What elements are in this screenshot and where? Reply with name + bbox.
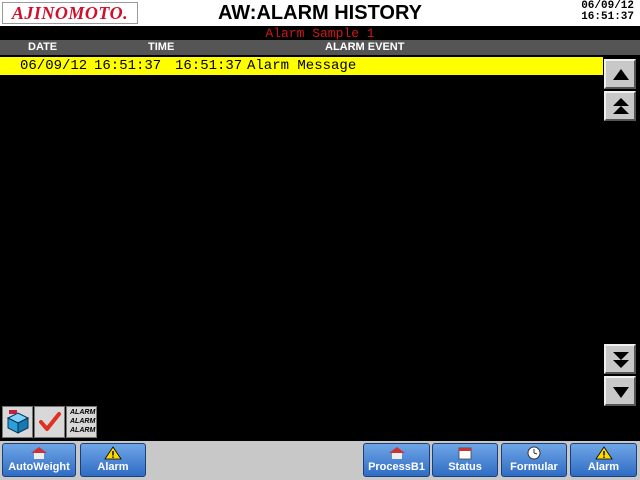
company-logo: AJINOMOTO.: [2, 2, 138, 24]
calendar-icon: [458, 447, 472, 460]
bottom-navigation: AutoWeight Alarm ProcessB1 Status Formul…: [0, 441, 640, 480]
nav-alarm-button-2[interactable]: Alarm: [570, 443, 637, 477]
warning-icon: [594, 446, 613, 460]
nav-label: Status: [448, 461, 482, 473]
scroll-up-icon: [613, 69, 629, 80]
nav-label: Formular: [510, 461, 558, 473]
nav-formular-button[interactable]: Formular: [501, 443, 567, 477]
page-up-button[interactable]: [604, 91, 636, 121]
house-icon: [31, 447, 47, 459]
column-time: TIME: [148, 41, 175, 53]
scroll-up-button[interactable]: [604, 59, 636, 89]
current-time: 16:51:37: [581, 11, 634, 23]
table-row[interactable]: 06/09/12 16:51:37 16:51:37 Alarm Message: [0, 57, 603, 75]
alarm-list-line-1: ALARM: [70, 409, 96, 416]
row-time: 16:51:37: [94, 58, 162, 74]
scrollbar: [604, 55, 640, 410]
nav-label: Alarm: [97, 461, 129, 473]
alarm-list-button[interactable]: ALARM ALARM ALARM: [66, 406, 97, 438]
nav-label: ProcessB1: [368, 461, 425, 473]
row-date: 06/09/12: [20, 58, 88, 74]
page-up-icon: [613, 98, 629, 114]
house-icon: [388, 447, 405, 459]
alarm-group-title: Alarm Sample 1: [265, 26, 375, 41]
page-down-button[interactable]: [604, 344, 636, 374]
nav-autoweight-button[interactable]: AutoWeight: [2, 443, 76, 477]
column-header-row: DATE TIME ALARM EVENT: [0, 40, 640, 55]
row-event-time: 16:51:37: [175, 58, 243, 74]
nav-label: Alarm: [587, 461, 620, 473]
nav-alarm-button[interactable]: Alarm: [80, 443, 146, 477]
nav-processb1-button[interactable]: ProcessB1: [363, 443, 430, 477]
alarm-history-list[interactable]: 06/09/12 16:51:37 16:51:37 Alarm Message: [0, 55, 604, 405]
alarm-list-line-3: ALARM: [70, 427, 96, 434]
clock-readout: 06/09/12 16:51:37: [544, 1, 634, 23]
acknowledge-button[interactable]: [34, 406, 65, 438]
column-alarm-event: ALARM EVENT: [325, 41, 405, 53]
checkmark-icon: [39, 412, 61, 431]
box-icon: [6, 410, 30, 434]
page-down-icon: [613, 352, 629, 368]
title-bar: AJINOMOTO. AW:ALARM HISTORY 06/09/12 16:…: [0, 0, 640, 26]
nav-label: AutoWeight: [8, 461, 70, 473]
warning-icon: [104, 446, 122, 460]
page-title: AW:ALARM HISTORY: [217, 2, 423, 24]
column-date: DATE: [28, 41, 58, 53]
alarm-list-line-2: ALARM: [70, 418, 96, 425]
row-event-message: Alarm Message: [247, 58, 357, 74]
reset-alarms-button[interactable]: [2, 406, 33, 438]
scroll-down-button[interactable]: [604, 376, 636, 406]
clock-icon: [527, 446, 541, 460]
scroll-down-icon: [613, 387, 629, 398]
nav-status-button[interactable]: Status: [432, 443, 498, 477]
